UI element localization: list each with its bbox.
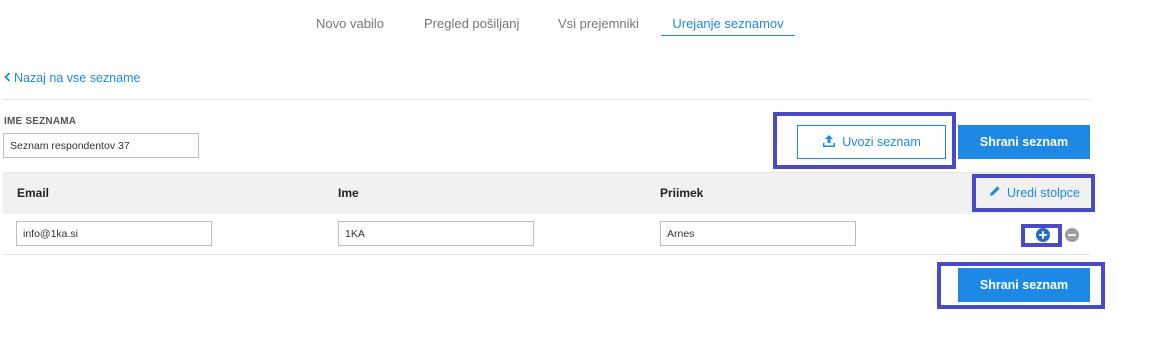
import-list-label: Uvozi seznam (842, 135, 921, 149)
tab-pregled-posiljanj[interactable]: Pregled pošiljanj (424, 16, 519, 31)
plus-circle-icon[interactable] (1036, 228, 1050, 242)
column-header-priimek: Priimek (660, 186, 704, 200)
minus-circle-icon[interactable] (1065, 228, 1079, 242)
back-to-lists-link[interactable]: Nazaj na vse sezname (4, 71, 140, 85)
row-priimek-input[interactable] (660, 221, 856, 246)
active-tab-indicator (661, 35, 795, 36)
list-name-input[interactable] (3, 133, 199, 158)
edit-columns-label: Uredi stolpce (1007, 185, 1080, 200)
tab-urejanje-seznamov[interactable]: Urejanje seznamov (661, 16, 795, 31)
upload-icon (822, 134, 836, 151)
table-header (3, 172, 1090, 214)
chevron-left-icon (4, 71, 11, 85)
save-list-button-bottom[interactable]: Shrani seznam (958, 268, 1090, 302)
tab-novo-vabilo[interactable]: Novo vabilo (316, 16, 384, 31)
back-link-label: Nazaj na vse sezname (14, 71, 141, 85)
row-divider (3, 254, 1090, 255)
row-email-input[interactable] (16, 221, 212, 246)
tab-vsi-prejemniki[interactable]: Vsi prejemniki (558, 16, 639, 31)
save-list-button-top[interactable]: Shrani seznam (958, 125, 1090, 159)
column-header-ime: Ime (338, 186, 359, 200)
pencil-icon (989, 185, 1001, 200)
list-name-label: IME SEZNAMA (4, 116, 77, 127)
row-ime-input[interactable] (338, 221, 534, 246)
divider (3, 99, 1090, 100)
column-header-email: Email (17, 186, 50, 200)
top-tabs: Novo vabilo Pregled pošiljanj Vsi prejem… (0, 10, 1155, 38)
import-list-button[interactable]: Uvozi seznam (797, 125, 946, 159)
edit-columns-button[interactable]: Uredi stolpce (989, 185, 1080, 200)
